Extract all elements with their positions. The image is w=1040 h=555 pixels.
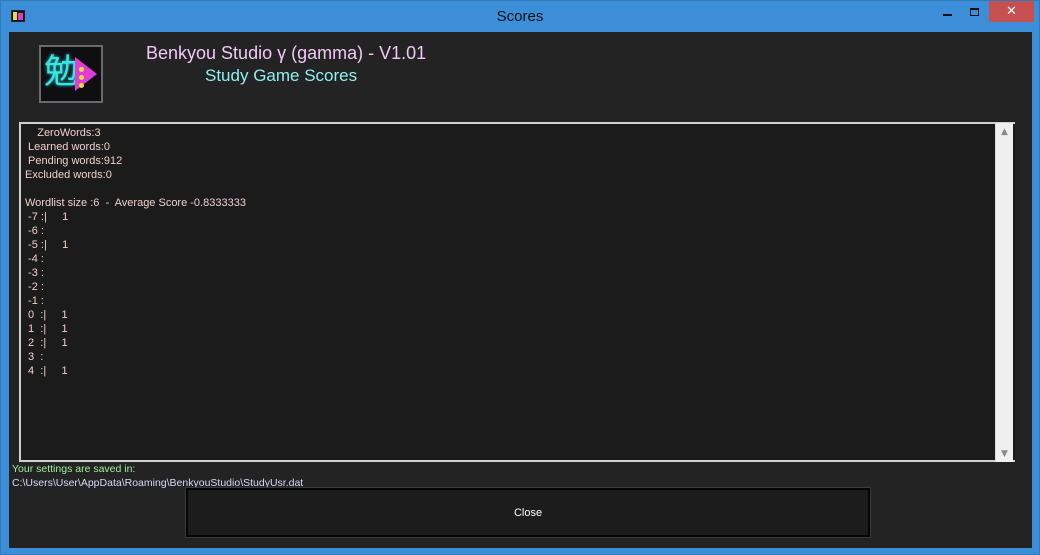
score-line: Pending words:912 — [25, 155, 123, 167]
score-line: 4 :| 1 — [25, 365, 68, 377]
logo-dot-icon — [79, 75, 84, 80]
benkyou-logo-icon: 勉 — [39, 45, 103, 103]
minimize-button[interactable] — [934, 1, 960, 22]
app-title: Benkyou Studio γ (gamma) - V1.01 — [146, 43, 427, 63]
score-line: 2 :| 1 — [25, 337, 68, 349]
scores-content: ZeroWords:3 Learned words:0 Pending word… — [25, 126, 995, 456]
score-line: Learned words:0 — [25, 141, 110, 153]
score-line: -6 : — [25, 225, 44, 237]
score-line: ZeroWords:3 — [25, 127, 101, 139]
score-line: -1 : — [25, 295, 44, 307]
client-area: 勉 Benkyou Studio γ (gamma) - V1.01 Study… — [9, 32, 1032, 548]
close-window-button[interactable]: ✕ — [989, 1, 1034, 22]
score-line: -4 : — [25, 253, 44, 265]
score-line: -7 :| 1 — [25, 211, 69, 223]
logo-dot-icon — [79, 67, 84, 72]
score-line: 0 :| 1 — [25, 309, 68, 321]
score-line: Wordlist size :6 - Average Score -0.8333… — [25, 197, 246, 209]
minimize-icon — [942, 13, 952, 16]
settings-label: Your settings are saved in: — [12, 463, 136, 475]
page-subtitle: Study Game Scores — [205, 66, 358, 85]
title-bar[interactable]: Scores ✕ — [1, 1, 1039, 32]
window-title: Scores — [496, 8, 544, 25]
close-icon: ✕ — [1006, 4, 1017, 19]
score-line: Excluded words:0 — [25, 169, 112, 181]
score-line: -2 : — [25, 281, 44, 293]
maximize-button[interactable] — [961, 1, 987, 22]
score-line: 1 :| 1 — [25, 323, 68, 335]
logo-kanji: 勉 — [44, 52, 78, 92]
scores-window: Scores ✕ 勉 Benkyou Studio γ (gamma) - V1… — [0, 0, 1040, 555]
score-line: -5 :| 1 — [25, 239, 69, 251]
score-line: 3 : — [25, 351, 44, 363]
scroll-down-icon[interactable]: ▼ — [996, 445, 1013, 462]
score-line: -3 : — [25, 267, 44, 279]
maximize-icon — [969, 7, 979, 16]
close-button[interactable]: Close — [185, 487, 871, 538]
scroll-up-icon[interactable]: ▲ — [996, 123, 1013, 140]
scores-textbox[interactable]: ZeroWords:3 Learned words:0 Pending word… — [19, 122, 1015, 462]
logo-dot-icon — [79, 83, 84, 88]
vertical-scrollbar[interactable]: ▲ ▼ — [995, 123, 1013, 462]
score-line — [25, 182, 995, 196]
